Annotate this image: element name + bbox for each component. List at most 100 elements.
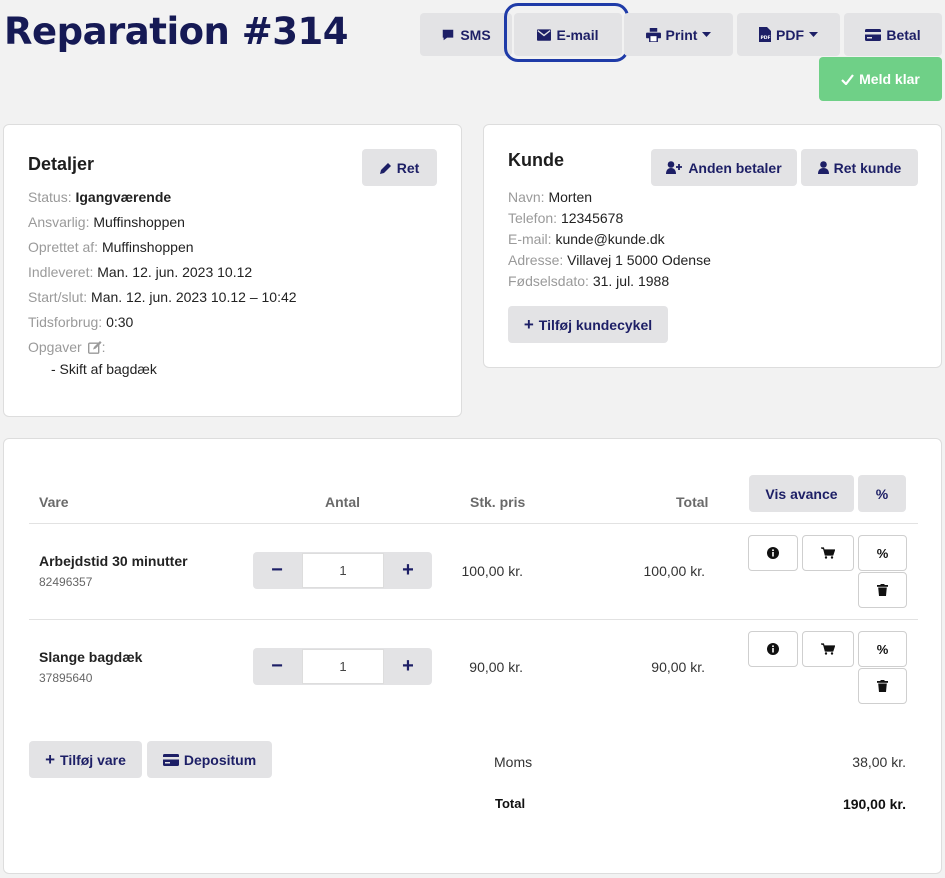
item-total: 90,00 kr. bbox=[651, 659, 705, 675]
details-row: Start/slut: Man. 12. jun. 2023 10.12 – 1… bbox=[28, 289, 297, 305]
mark-ready-label: Meld klar bbox=[859, 71, 920, 87]
items-card: Vare Antal Stk. pris Total Vis avance % … bbox=[3, 438, 942, 874]
item-sku: 37895640 bbox=[39, 671, 93, 685]
customer-title: Kunde bbox=[508, 150, 564, 170]
item-unit-price: 100,00 kr. bbox=[461, 563, 524, 579]
email-label: E-mail bbox=[556, 26, 599, 43]
details-row-label: Start/slut: bbox=[28, 289, 88, 305]
customer-row: Fødselsdato: 31. jul. 1988 bbox=[508, 273, 669, 289]
edit-tasks-icon[interactable] bbox=[87, 341, 102, 354]
decrease-quantity-button[interactable]: − bbox=[253, 648, 301, 685]
show-margin-label: Vis avance bbox=[765, 485, 838, 502]
item-delete-button[interactable] bbox=[858, 668, 907, 704]
other-payer-button[interactable]: Anden betaler bbox=[651, 149, 797, 186]
customer-row-value: Villavej 1 5000 Odense bbox=[567, 252, 711, 268]
customer-row-label: Telefon: bbox=[508, 210, 558, 226]
edit-details-label: Ret bbox=[396, 159, 420, 176]
details-row: Ansvarlig: Muffinshoppen bbox=[28, 214, 185, 230]
credit-card-icon bbox=[162, 753, 179, 766]
item-sku: 82496357 bbox=[39, 575, 93, 589]
quantity-input[interactable] bbox=[302, 553, 384, 588]
details-card: Detaljer Ret Status: Igangværende Ansvarl… bbox=[3, 124, 462, 417]
deposit-button[interactable]: Depositum bbox=[147, 741, 272, 778]
item-discount-button[interactable]: % bbox=[858, 631, 907, 667]
cart-icon bbox=[821, 547, 835, 559]
user-plus-icon bbox=[666, 161, 683, 174]
item-cart-button[interactable] bbox=[802, 535, 854, 571]
trash-icon bbox=[877, 680, 888, 692]
details-row-value: Muffinshoppen bbox=[101, 239, 194, 255]
increase-quantity-button[interactable]: + bbox=[384, 648, 432, 685]
quantity-stepper: −+ bbox=[253, 552, 432, 589]
other-payer-label: Anden betaler bbox=[688, 159, 782, 176]
item-delete-button[interactable] bbox=[858, 572, 907, 608]
print-button[interactable]: Print bbox=[624, 13, 733, 56]
item-cart-button[interactable] bbox=[802, 631, 854, 667]
tasks-label-row: Opgaver : bbox=[28, 339, 105, 355]
customer-row: Adresse: Villavej 1 5000 Odense bbox=[508, 252, 711, 268]
add-customer-bike-label: Tilføj kundecykel bbox=[538, 316, 653, 333]
quantity-input[interactable] bbox=[302, 649, 384, 684]
check-icon bbox=[841, 73, 855, 85]
customer-row-label: E-mail: bbox=[508, 231, 552, 247]
show-margin-button[interactable]: Vis avance bbox=[749, 475, 854, 512]
print-label: Print bbox=[665, 26, 698, 43]
details-row-value: Igangværende bbox=[75, 189, 172, 205]
add-customer-bike-button[interactable]: + Tilføj kundecykel bbox=[508, 306, 668, 343]
edit-customer-label: Ret kunde bbox=[833, 159, 902, 176]
percent-header-button[interactable]: % bbox=[858, 475, 906, 512]
caret-down-icon bbox=[809, 31, 818, 37]
chat-icon bbox=[443, 29, 454, 40]
tasks-label: Opgaver bbox=[28, 339, 82, 355]
cart-icon bbox=[821, 643, 835, 655]
vat-value: 38,00 kr. bbox=[852, 754, 906, 770]
customer-row: Telefon: 12345678 bbox=[508, 210, 623, 226]
item-info-button[interactable] bbox=[748, 535, 798, 571]
column-header-qty: Antal bbox=[325, 494, 360, 510]
details-row-label: Status: bbox=[28, 189, 72, 205]
edit-customer-button[interactable]: Ret kunde bbox=[801, 149, 918, 186]
details-row: Indleveret: Man. 12. jun. 2023 10.12 bbox=[28, 264, 252, 280]
decrease-quantity-button[interactable]: − bbox=[253, 552, 301, 589]
column-header-item: Vare bbox=[39, 494, 69, 510]
customer-row: Navn: Morten bbox=[508, 189, 592, 205]
details-row: Oprettet af: Muffinshoppen bbox=[28, 239, 194, 255]
add-item-label: Tilføj vare bbox=[60, 751, 126, 768]
header-divider bbox=[29, 523, 918, 524]
task-item: - Skift af bagdæk bbox=[51, 361, 157, 377]
edit-details-button[interactable]: Ret bbox=[362, 149, 437, 186]
add-item-button[interactable]: + Tilføj vare bbox=[29, 741, 142, 778]
item-discount-button[interactable]: % bbox=[858, 535, 907, 571]
envelope-icon bbox=[537, 28, 552, 41]
details-row-label: Oprettet af: bbox=[28, 239, 99, 255]
sms-label: SMS bbox=[460, 26, 491, 43]
item-info-button[interactable] bbox=[748, 631, 798, 667]
pay-button[interactable]: Betal bbox=[844, 13, 942, 56]
vat-label: Moms bbox=[494, 754, 533, 770]
quantity-stepper: −+ bbox=[253, 648, 432, 685]
customer-row-value: 31. jul. 1988 bbox=[592, 273, 670, 289]
grand-total-label: Total bbox=[495, 796, 526, 811]
column-header-unit-price: Stk. pris bbox=[470, 494, 526, 510]
pdf-file-icon: PDF bbox=[759, 27, 771, 42]
grand-total-value: 190,00 kr. bbox=[842, 796, 906, 812]
increase-quantity-button[interactable]: + bbox=[384, 552, 432, 589]
customer-row-value: kunde@kunde.dk bbox=[555, 231, 665, 247]
customer-row-label: Fødselsdato: bbox=[508, 273, 589, 289]
item-name: Arbejdstid 30 minutter bbox=[39, 553, 188, 569]
mark-ready-button[interactable]: Meld klar bbox=[819, 57, 942, 101]
sms-button[interactable]: SMS bbox=[420, 13, 512, 56]
info-icon bbox=[767, 643, 779, 655]
column-header-total: Total bbox=[676, 494, 709, 510]
pay-label: Betal bbox=[886, 26, 921, 43]
details-row: Status: Igangværende bbox=[28, 189, 171, 205]
customer-row-value: Morten bbox=[548, 189, 593, 205]
details-row-value: Man. 12. jun. 2023 10.12 – 10:42 bbox=[91, 289, 297, 305]
email-button[interactable]: E-mail bbox=[514, 13, 622, 56]
details-row-value: 0:30 bbox=[106, 314, 134, 330]
customer-card: Kunde Anden betaler Ret kunde Navn: Mort… bbox=[483, 124, 942, 368]
pdf-button[interactable]: PDF PDF bbox=[737, 13, 840, 56]
item-total: 100,00 kr. bbox=[643, 563, 706, 579]
page-title: Reparation #314 bbox=[4, 10, 349, 53]
pdf-label: PDF bbox=[776, 26, 804, 43]
